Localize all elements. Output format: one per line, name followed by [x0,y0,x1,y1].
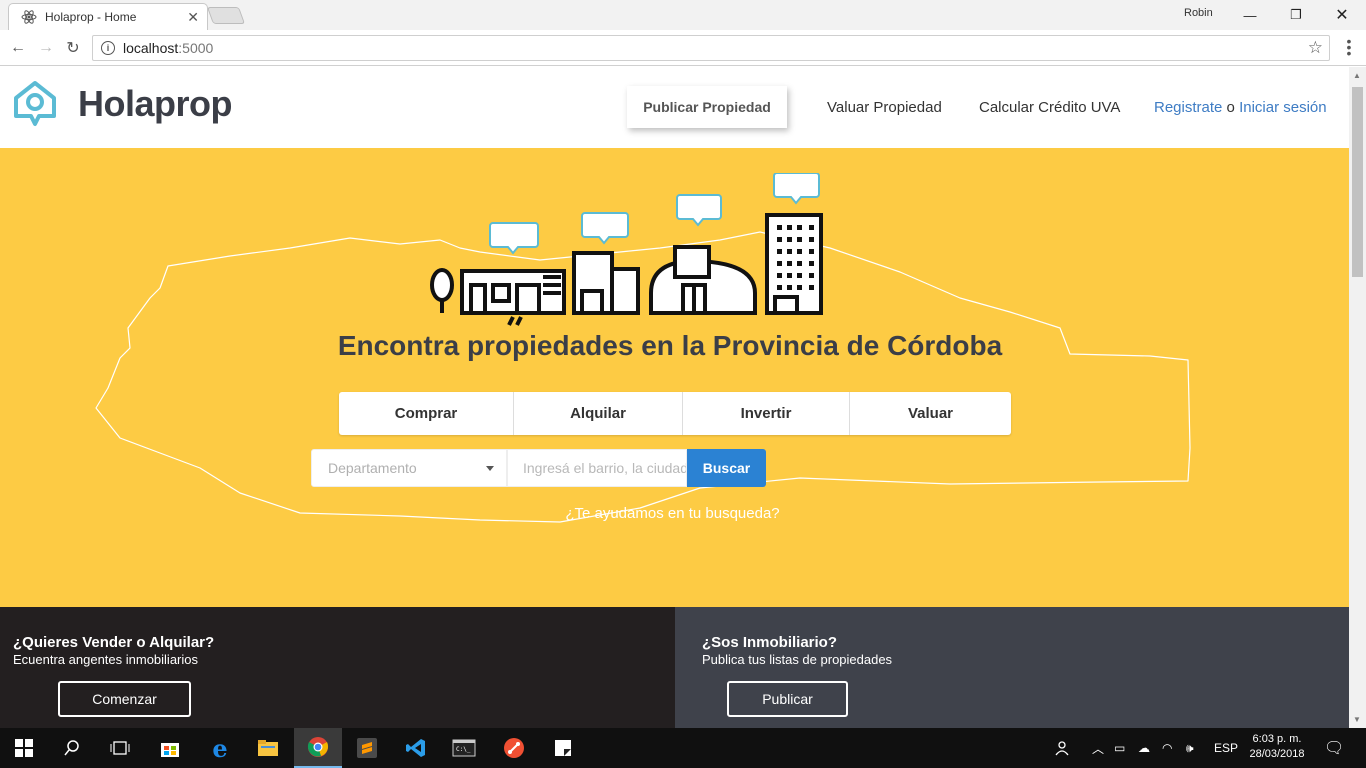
maximize-icon[interactable]: ❐ [1273,0,1319,30]
scroll-down-icon[interactable]: ▼ [1353,715,1361,724]
file-explorer-icon[interactable] [244,728,292,768]
clock-date: 28/03/2018 [1249,748,1305,760]
agency-panel-subtitle: Publica tus listas de propiedades [702,652,893,667]
valuate-property-link[interactable]: Valuar Propiedad [827,99,942,116]
windows-taskbar: e C:\_ ︿ ▭ ☁ ◠ 🕪 ESP 6:03 p. m. 28/03/20… [0,728,1366,768]
site-header: Holaprop Publicar Propiedad Valuar Propi… [0,67,1349,148]
new-tab-button[interactable] [206,7,246,24]
tab-title: Holaprop - Home [45,10,137,24]
browser-menu-icon[interactable]: • • • [1344,34,1354,60]
scrollbar-thumb[interactable] [1352,87,1363,277]
or-text: o [1226,99,1235,116]
bookmark-star-icon[interactable]: ☆ [1308,38,1323,58]
vscode-icon[interactable] [392,728,440,768]
holaprop-logo-icon[interactable] [12,80,58,128]
chrome-icon[interactable] [294,728,342,768]
browser-tab-bar: Holaprop - Home ✕ Robin — ❐ ✕ [0,0,1366,30]
store-icon[interactable] [146,728,194,768]
tab-comprar[interactable]: Comprar [339,392,514,435]
battery-icon[interactable]: ▭ [1114,728,1125,768]
department-select-value: Departamento [328,460,417,476]
info-icon[interactable]: i [101,41,115,55]
start-icon[interactable] [0,728,48,768]
search-button[interactable]: Buscar [687,449,766,487]
browser-toolbar: ← → ↻ i localhost:5000 ☆ [0,30,1366,66]
hero-section: Encontra propiedades en la Provincia de … [0,148,1349,607]
page-scrollbar[interactable]: ▲ ▼ [1349,67,1366,728]
agency-panel: ¿Sos Inmobiliario? Publica tus listas de… [675,607,1349,728]
close-tab-icon[interactable]: ✕ [187,9,199,26]
publish-property-button[interactable]: Publicar Propiedad [627,86,787,128]
notes-icon[interactable] [539,728,587,768]
onedrive-icon[interactable]: ☁ [1138,728,1150,768]
taskbar-clock[interactable]: 6:03 p. m. 28/03/2018 [1240,732,1314,762]
sell-panel-title: ¿Quieres Vender o Alquilar? [13,634,215,651]
terminal-icon[interactable]: C:\_ [440,728,488,768]
minimize-icon[interactable]: — [1227,0,1273,30]
start-button[interactable]: Comenzar [58,681,191,717]
chevron-down-icon [486,466,494,471]
wifi-icon[interactable]: ◠ [1162,728,1172,768]
edge-icon[interactable]: e [196,728,244,768]
react-favicon-icon [21,10,37,24]
reload-icon[interactable]: ↻ [63,38,83,58]
page-viewport: Holaprop Publicar Propiedad Valuar Propi… [0,67,1349,728]
sell-panel-subtitle: Ecuentra angentes inmobiliarios [13,652,198,667]
hero-title: Encontra propiedades en la Provincia de … [337,330,1003,361]
location-search-input[interactable] [507,449,687,487]
help-search-link[interactable]: ¿Te ayudamos en tu busqueda? [0,505,1349,522]
language-indicator[interactable]: ESP [1214,728,1238,768]
credit-calculator-link[interactable]: Calcular Crédito UVA [979,99,1120,116]
notifications-icon[interactable]: 🗨 [1324,728,1344,768]
agency-panel-title: ¿Sos Inmobiliario? [702,634,838,651]
department-select[interactable]: Departamento [311,449,507,487]
browser-tab[interactable]: Holaprop - Home ✕ [8,3,208,30]
tab-invertir[interactable]: Invertir [683,392,850,435]
url-port: :5000 [178,40,214,56]
chevron-up-icon[interactable]: ︿ [1092,728,1104,768]
people-icon[interactable] [1054,728,1072,768]
profile-name[interactable]: Robin [1184,7,1213,19]
forward-icon[interactable]: → [36,38,56,58]
sublime-icon[interactable] [343,728,391,768]
tab-valuar[interactable]: Valuar [850,392,1011,435]
auth-links: Registrate o Iniciar sesión [1154,99,1327,116]
back-icon[interactable]: ← [8,38,28,58]
git-icon[interactable] [490,728,538,768]
operation-tabs: Comprar Alquilar Invertir Valuar [339,392,1011,435]
clock-time: 6:03 p. m. [1252,733,1302,745]
sell-rent-panel: ¿Quieres Vender o Alquilar? Ecuentra ang… [0,607,675,728]
buildings-illustration [430,173,823,326]
scroll-up-icon[interactable]: ▲ [1353,71,1361,80]
login-link[interactable]: Iniciar sesión [1239,99,1327,116]
tab-alquilar[interactable]: Alquilar [514,392,683,435]
volume-icon[interactable]: 🕪 [1186,728,1194,768]
logo-text[interactable]: Holaprop [78,83,233,125]
search-icon[interactable] [48,728,96,768]
publish-button[interactable]: Publicar [727,681,848,717]
url-host: localhost [123,40,179,56]
address-bar[interactable]: i localhost:5000 ☆ [92,35,1330,61]
task-view-icon[interactable] [96,728,144,768]
register-link[interactable]: Registrate [1154,99,1222,116]
svg-text:C:\_: C:\_ [456,746,471,753]
close-window-icon[interactable]: ✕ [1319,0,1365,30]
